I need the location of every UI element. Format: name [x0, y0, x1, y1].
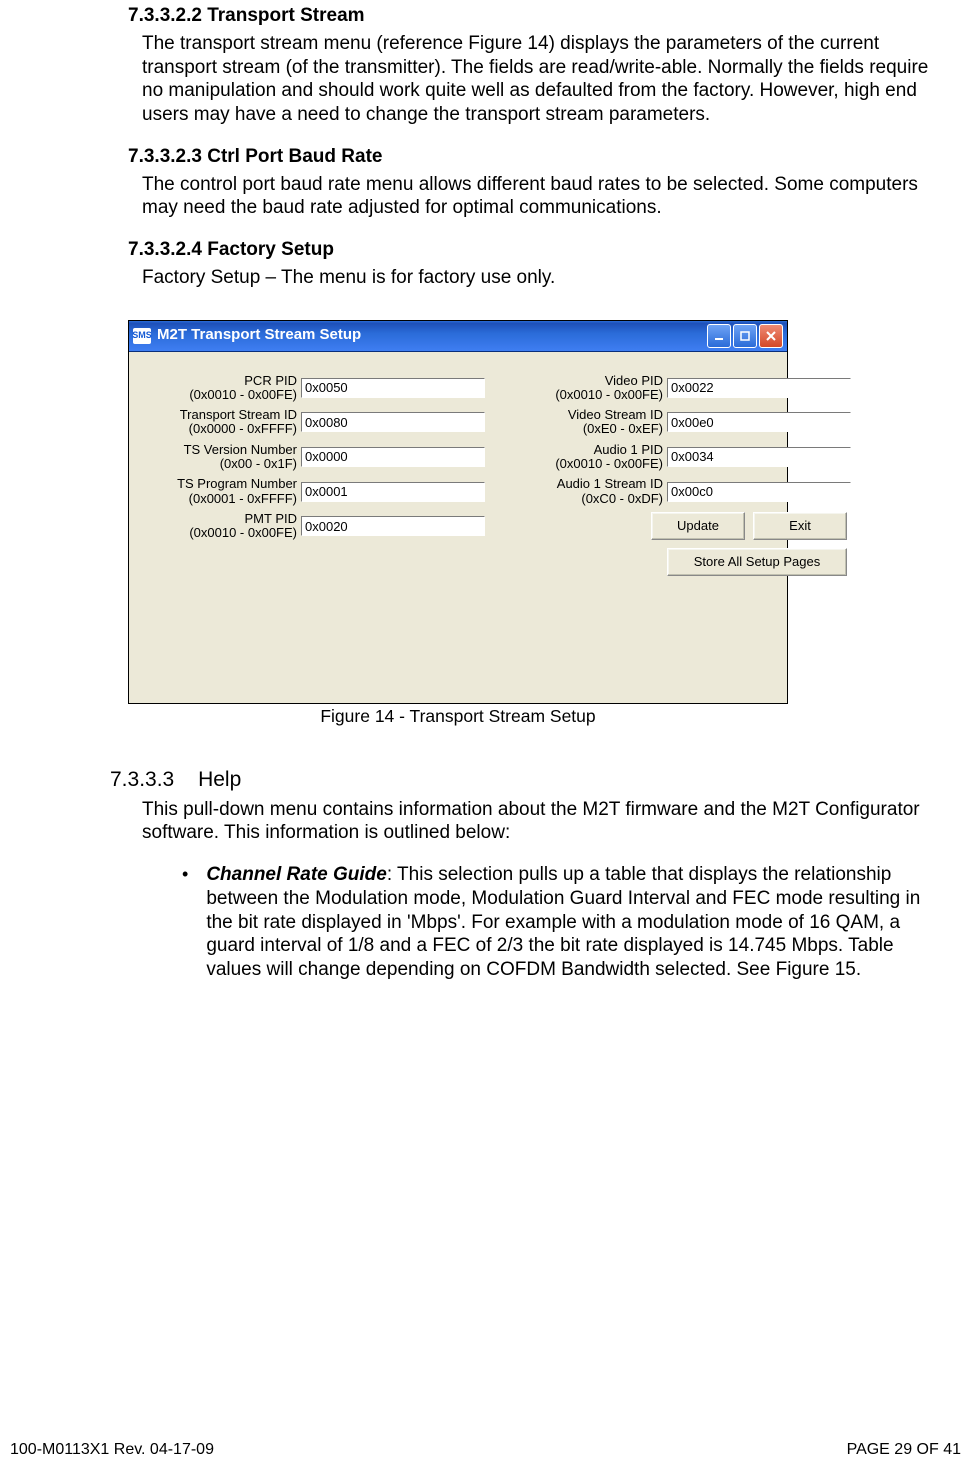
- label-line2: (0xC0 - 0xDF): [581, 491, 663, 506]
- heading-ctrl-port-baud-rate: 7.3.3.2.3 Ctrl Port Baud Rate: [128, 145, 961, 169]
- row-video-pid: Video PID (0x0010 - 0x00FE): [505, 374, 851, 403]
- bullet-icon: •: [182, 863, 188, 886]
- row-audio1-pid: Audio 1 PID (0x0010 - 0x00FE): [505, 443, 851, 472]
- window-title: M2T Transport Stream Setup: [157, 326, 707, 345]
- label-line2: (0xE0 - 0xEF): [583, 421, 663, 436]
- row-transport-stream-id: Transport Stream ID (0x0000 - 0xFFFF): [139, 408, 485, 437]
- figure-caption: Figure 14 - Transport Stream Setup: [128, 706, 788, 728]
- close-button[interactable]: [759, 324, 783, 348]
- document-page: 7.3.3.2.2 Transport Stream The transport…: [0, 4, 971, 1478]
- bullet-channel-rate-guide: • Channel Rate Guide: This selection pul…: [182, 863, 951, 982]
- transport-stream-window: SMS M2T Transport Stream Setup: [128, 320, 788, 704]
- label-transport-stream-id: Transport Stream ID (0x0000 - 0xFFFF): [139, 408, 301, 437]
- label-pmt-pid: PMT PID (0x0010 - 0x00FE): [139, 512, 301, 541]
- input-video-stream-id[interactable]: [667, 412, 851, 432]
- row-ts-version-number: TS Version Number (0x00 - 0x1F): [139, 443, 485, 472]
- input-ts-program-number[interactable]: [301, 482, 485, 502]
- label-line2: (0x0010 - 0x00FE): [189, 525, 297, 540]
- label-video-pid: Video PID (0x0010 - 0x00FE): [505, 374, 667, 403]
- label-line1: TS Program Number: [177, 476, 297, 491]
- row-ts-program-number: TS Program Number (0x0001 - 0xFFFF): [139, 477, 485, 506]
- figure-14: SMS M2T Transport Stream Setup: [128, 320, 788, 728]
- form-column-left: PCR PID (0x0010 - 0x00FE) Transport Stre…: [139, 374, 485, 582]
- heading-help: 7.3.3.3 Help: [110, 767, 961, 793]
- form-grid: PCR PID (0x0010 - 0x00FE) Transport Stre…: [139, 374, 773, 582]
- label-line1: Transport Stream ID: [180, 407, 297, 422]
- label-audio1-stream-id: Audio 1 Stream ID (0xC0 - 0xDF): [505, 477, 667, 506]
- label-line2: (0x0010 - 0x00FE): [555, 387, 663, 402]
- label-line1: Audio 1 Stream ID: [557, 476, 663, 491]
- label-audio1-pid: Audio 1 PID (0x0010 - 0x00FE): [505, 443, 667, 472]
- heading-help-title: Help: [198, 768, 241, 791]
- label-video-stream-id: Video Stream ID (0xE0 - 0xEF): [505, 408, 667, 437]
- heading-help-number: 7.3.3.3: [110, 767, 174, 793]
- input-transport-stream-id[interactable]: [301, 412, 485, 432]
- label-line1: TS Version Number: [184, 442, 297, 457]
- exit-button[interactable]: Exit: [753, 512, 847, 540]
- row-video-stream-id: Video Stream ID (0xE0 - 0xEF): [505, 408, 851, 437]
- body-ctrl-port-baud-rate: The control port baud rate menu allows d…: [142, 173, 951, 221]
- label-line2: (0x0010 - 0x00FE): [189, 387, 297, 402]
- window-icon: SMS: [133, 328, 151, 344]
- body-factory-setup: Factory Setup – The menu is for factory …: [142, 266, 951, 290]
- row-audio1-stream-id: Audio 1 Stream ID (0xC0 - 0xDF): [505, 477, 851, 506]
- label-line2: (0x0000 - 0xFFFF): [189, 421, 297, 436]
- label-pcr-pid: PCR PID (0x0010 - 0x00FE): [139, 374, 301, 403]
- label-line2: (0x00 - 0x1F): [220, 456, 297, 471]
- window-body: PCR PID (0x0010 - 0x00FE) Transport Stre…: [129, 352, 787, 592]
- label-line2: (0x0010 - 0x00FE): [555, 456, 663, 471]
- row-pmt-pid: PMT PID (0x0010 - 0x00FE): [139, 512, 485, 541]
- store-all-setup-pages-button[interactable]: Store All Setup Pages: [667, 548, 847, 576]
- window-controls: [707, 324, 783, 348]
- row-pcr-pid: PCR PID (0x0010 - 0x00FE): [139, 374, 485, 403]
- footer-right: PAGE 29 OF 41: [847, 1440, 961, 1460]
- close-icon: [766, 331, 776, 341]
- minimize-icon: [714, 331, 724, 341]
- footer-left: 100-M0113X1 Rev. 04-17-09: [10, 1440, 214, 1460]
- input-ts-version-number[interactable]: [301, 447, 485, 467]
- heading-transport-stream: 7.3.3.2.2 Transport Stream: [128, 4, 961, 28]
- maximize-icon: [740, 331, 750, 341]
- form-column-right: Video PID (0x0010 - 0x00FE) Video Stream…: [505, 374, 851, 582]
- label-line1: Video PID: [605, 373, 663, 388]
- button-row-1: Update Exit: [505, 512, 851, 540]
- label-ts-program-number: TS Program Number (0x0001 - 0xFFFF): [139, 477, 301, 506]
- input-pmt-pid[interactable]: [301, 516, 485, 536]
- label-line2: (0x0001 - 0xFFFF): [189, 491, 297, 506]
- page-footer: 100-M0113X1 Rev. 04-17-09 PAGE 29 OF 41: [10, 1440, 961, 1460]
- bullet-text: Channel Rate Guide: This selection pulls…: [206, 863, 951, 982]
- bullet-lead: Channel Rate Guide: [206, 864, 387, 885]
- input-video-pid[interactable]: [667, 378, 851, 398]
- body-help: This pull-down menu contains information…: [142, 798, 951, 846]
- input-pcr-pid[interactable]: [301, 378, 485, 398]
- update-button[interactable]: Update: [651, 512, 745, 540]
- heading-factory-setup: 7.3.3.2.4 Factory Setup: [128, 238, 961, 262]
- maximize-button[interactable]: [733, 324, 757, 348]
- label-ts-version-number: TS Version Number (0x00 - 0x1F): [139, 443, 301, 472]
- window-titlebar[interactable]: SMS M2T Transport Stream Setup: [129, 321, 787, 352]
- input-audio1-stream-id[interactable]: [667, 482, 851, 502]
- label-line1: PMT PID: [245, 511, 298, 526]
- label-line1: Video Stream ID: [568, 407, 663, 422]
- label-line1: PCR PID: [244, 373, 297, 388]
- label-line1: Audio 1 PID: [594, 442, 663, 457]
- button-row-2: Store All Setup Pages: [505, 548, 851, 576]
- minimize-button[interactable]: [707, 324, 731, 348]
- input-audio1-pid[interactable]: [667, 447, 851, 467]
- body-transport-stream: The transport stream menu (reference Fig…: [142, 32, 951, 127]
